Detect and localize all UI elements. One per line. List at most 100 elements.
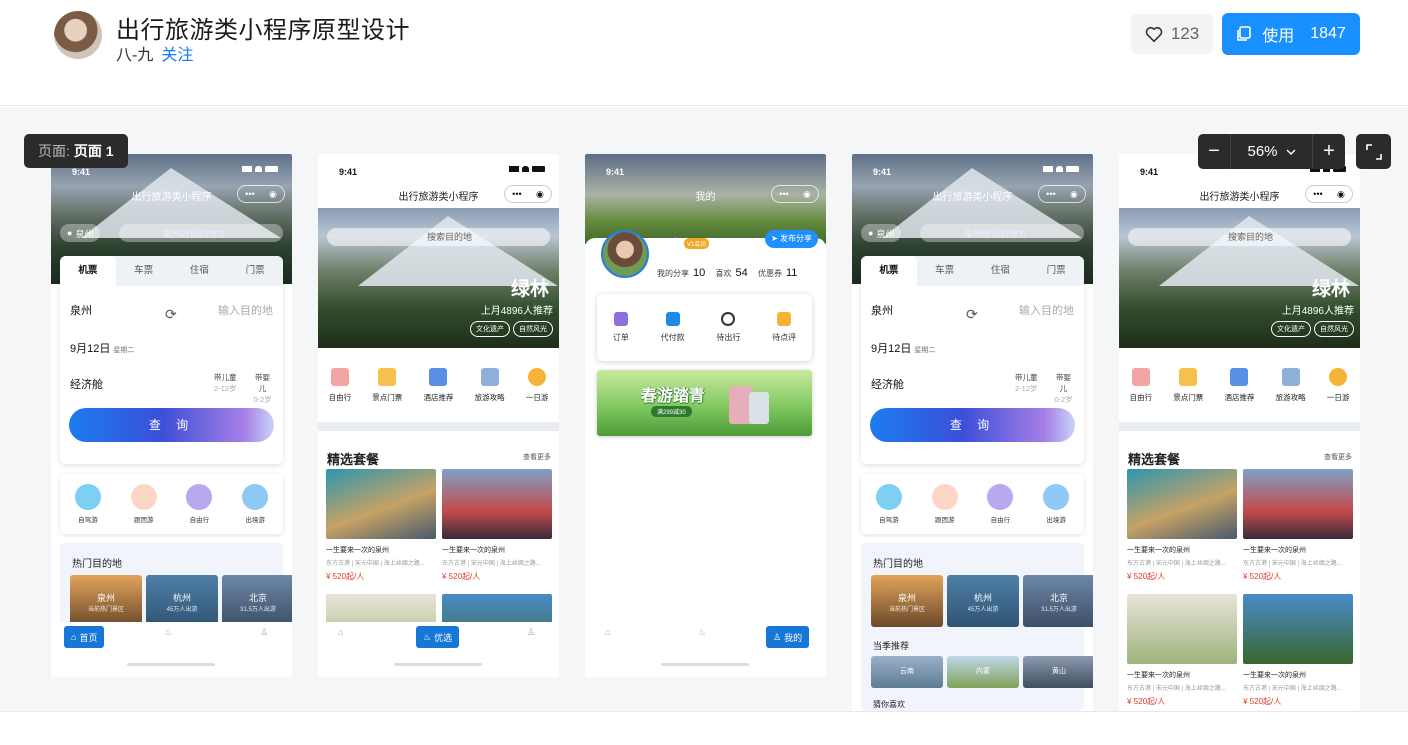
author-avatar[interactable] <box>54 11 102 59</box>
screen-explore[interactable]: 9:41 出行旅游类小程序 ••• ◉ 搜索目的地 绿林 上月4896人推荐 文化… <box>318 154 559 677</box>
stat-label[interactable]: 优惠券 <box>758 269 782 278</box>
capsule-menu[interactable]: ••• ◉ <box>1305 185 1353 203</box>
search-input[interactable]: 泉州好玩的地方 <box>119 224 283 242</box>
view-more-link[interactable]: 查看更多 <box>1324 452 1352 462</box>
author-name[interactable]: 八-九 <box>116 47 153 64</box>
screen-home-long[interactable]: 9:41 出行旅游类小程序 ••• ◉ ● 泉州 泉州好玩的地方 机票 车票 住宿 … <box>852 154 1093 711</box>
tab-home-icon[interactable]: ⌂ <box>605 627 610 637</box>
like-button[interactable]: 123 <box>1131 14 1213 54</box>
order-item[interactable]: 待出行 <box>716 312 740 343</box>
city-selector[interactable]: ● 泉州 <box>861 224 902 242</box>
order-item[interactable]: 代付款 <box>661 312 685 343</box>
quick-item[interactable]: 自由行 <box>186 484 213 524</box>
category-item[interactable]: 一日游 <box>1327 368 1349 403</box>
season-card[interactable]: 内蒙 <box>947 656 1019 688</box>
banner-tag[interactable]: 自然风光 <box>1314 321 1354 337</box>
quick-item[interactable]: 出境游 <box>1043 484 1070 524</box>
follow-link[interactable]: 关注 <box>161 47 193 64</box>
category-item[interactable]: 一日游 <box>526 368 548 403</box>
category-item[interactable]: 酒店推荐 <box>423 368 453 403</box>
tab-train[interactable]: 车票 <box>116 256 172 286</box>
view-more-link[interactable]: 查看更多 <box>523 452 551 462</box>
capsule-menu[interactable]: ••• ◉ <box>237 185 285 203</box>
tab-home[interactable]: ⌂ 首页 <box>64 626 105 648</box>
category-item[interactable]: 自由行 <box>1130 368 1152 403</box>
page-selector[interactable]: 页面: 页面 1 <box>24 134 128 168</box>
from-city[interactable]: 泉州 <box>70 305 92 317</box>
banner-tag[interactable]: 文化遗产 <box>1271 321 1311 337</box>
swap-icon[interactable]: ⟳ <box>165 306 177 323</box>
avatar[interactable] <box>601 230 649 278</box>
order-item[interactable]: 待点评 <box>772 312 796 343</box>
stat-label[interactable]: 我的分享 <box>657 269 689 278</box>
quick-item[interactable]: 出境游 <box>242 484 269 524</box>
dest-card[interactable]: 杭州 45万人出游 <box>947 575 1019 627</box>
tab-ticket[interactable]: 门票 <box>227 256 283 286</box>
tab-ticket[interactable]: 门票 <box>1028 256 1084 286</box>
zoom-in-button[interactable]: + <box>1313 134 1345 169</box>
search-input[interactable]: 泉州好玩的地方 <box>920 224 1084 242</box>
category-item[interactable]: 旅游攻略 <box>475 368 505 403</box>
dest-card[interactable]: 泉州 当前热门景区 <box>871 575 943 627</box>
fullscreen-button[interactable] <box>1356 134 1391 169</box>
quick-item[interactable]: 跟团游 <box>130 484 157 524</box>
screen-home[interactable]: 9:41 出行旅游类小程序 ••• ◉ ● 泉州 泉州好玩的地方 机票 车票 住宿 … <box>51 154 292 677</box>
capsule-menu[interactable]: ••• ◉ <box>504 185 552 203</box>
date-row[interactable]: 9月12日 星期二 <box>70 340 273 356</box>
tab-discover[interactable]: ♨ 优选 <box>416 626 460 648</box>
cabin-value[interactable]: 经济舱 <box>871 379 904 391</box>
destination-input[interactable]: 输入目的地 <box>218 302 273 318</box>
package-card[interactable]: 一生要来一次的泉州 东方古港 | 宋元中国 | 海上丝绸之路... ¥ 520起… <box>1243 469 1353 582</box>
quick-item[interactable]: 跟团游 <box>931 484 958 524</box>
infant-option[interactable]: 带婴儿 0-2岁 <box>252 372 273 405</box>
tab-hotel[interactable]: 住宿 <box>172 256 228 286</box>
city-selector[interactable]: ● 泉州 <box>60 224 101 242</box>
search-input[interactable]: 搜索目的地 <box>327 228 550 246</box>
season-card[interactable]: 云南 <box>871 656 943 688</box>
banner-tag[interactable]: 自然风光 <box>513 321 553 337</box>
from-city[interactable]: 泉州 <box>871 305 893 317</box>
spring-banner[interactable]: 春游踏青 满299减30 <box>597 370 812 436</box>
zoom-out-button[interactable]: − <box>1198 134 1230 169</box>
category-item[interactable]: 景点门票 <box>1173 368 1203 403</box>
query-button[interactable]: 查 询 <box>69 408 274 442</box>
dest-card[interactable]: 北京 31.5万人出游 <box>222 575 292 627</box>
season-card[interactable]: 黄山 <box>1023 656 1093 688</box>
tab-flight[interactable]: 机票 <box>60 256 116 286</box>
infant-option[interactable]: 带婴儿 0-2岁 <box>1053 372 1074 405</box>
publish-share-button[interactable]: ➤ 发布分享 <box>765 230 818 248</box>
category-item[interactable]: 自由行 <box>329 368 351 403</box>
tab-flight[interactable]: 机票 <box>861 256 917 286</box>
order-item[interactable]: 订单 <box>613 312 629 343</box>
swap-icon[interactable]: ⟳ <box>966 306 978 323</box>
banner-tag[interactable]: 文化遗产 <box>470 321 510 337</box>
package-card[interactable]: 一生要来一次的泉州 东方古港 | 宋元中国 | 海上丝绸之路... ¥ 520起… <box>442 469 552 582</box>
category-item[interactable]: 旅游攻略 <box>1276 368 1306 403</box>
tab-train[interactable]: 车票 <box>917 256 973 286</box>
category-item[interactable]: 酒店推荐 <box>1224 368 1254 403</box>
tab-discover-icon[interactable]: ♨ <box>698 627 706 638</box>
query-button[interactable]: 查 询 <box>870 408 1075 442</box>
tab-hotel[interactable]: 住宿 <box>973 256 1029 286</box>
dest-card[interactable]: 泉州 当前热门景区 <box>70 575 142 627</box>
cabin-value[interactable]: 经济舱 <box>70 379 103 391</box>
quick-item[interactable]: 自由行 <box>987 484 1014 524</box>
quick-item[interactable]: 自驾游 <box>875 484 902 524</box>
capsule-menu[interactable]: ••• ◉ <box>1038 185 1086 203</box>
tab-discover-icon[interactable]: ♨ <box>164 627 172 638</box>
tab-profile-icon[interactable]: ♙ <box>260 627 268 638</box>
dest-card[interactable]: 北京 31.5万人出游 <box>1023 575 1093 627</box>
date-row[interactable]: 9月12日 星期二 <box>871 340 1074 356</box>
quick-item[interactable]: 自驾游 <box>74 484 101 524</box>
package-card[interactable]: 一生要来一次的泉州 东方古港 | 宋元中国 | 海上丝绸之路... ¥ 520起… <box>1243 594 1353 707</box>
package-card[interactable]: 一生要来一次的泉州 东方古港 | 宋元中国 | 海上丝绸之路... ¥ 520起… <box>1127 469 1237 582</box>
tab-profile[interactable]: ♙ 我的 <box>766 626 810 648</box>
tab-profile-icon[interactable]: ♙ <box>527 627 535 638</box>
child-option[interactable]: 带儿童 2-12岁 <box>1015 372 1038 394</box>
capsule-menu[interactable]: ••• ◉ <box>771 185 819 203</box>
tab-home-icon[interactable]: ⌂ <box>338 627 343 637</box>
search-input[interactable]: 搜索目的地 <box>1128 228 1351 246</box>
destination-input[interactable]: 输入目的地 <box>1019 302 1074 318</box>
package-card[interactable]: 一生要来一次的泉州 东方古港 | 宋元中国 | 海上丝绸之路... ¥ 520起… <box>1127 594 1237 707</box>
package-card[interactable]: 一生要来一次的泉州 东方古港 | 宋元中国 | 海上丝绸之路... ¥ 520起… <box>326 469 436 582</box>
